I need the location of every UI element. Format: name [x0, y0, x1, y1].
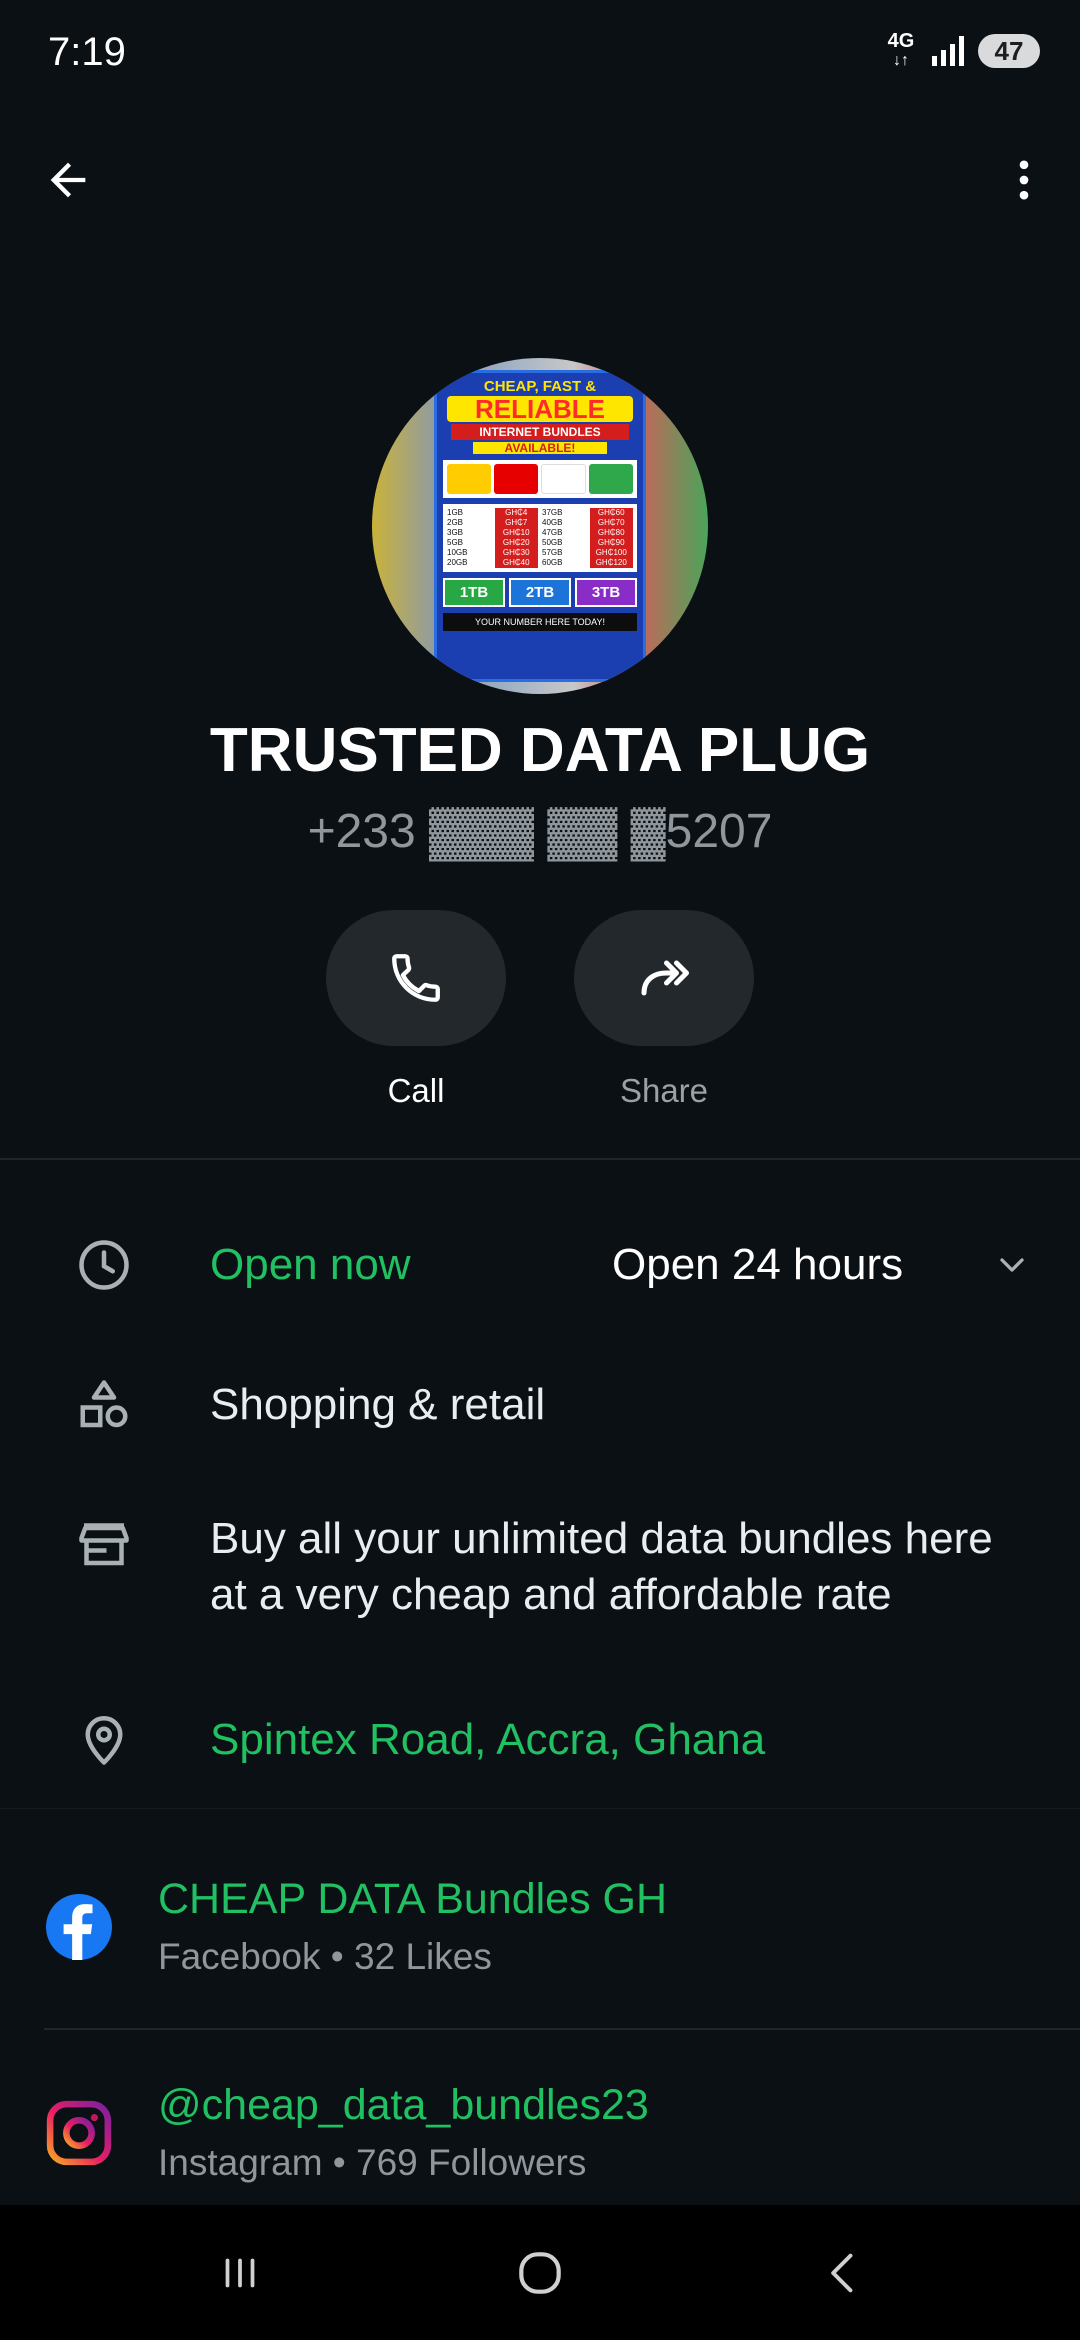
call-button[interactable]: Call	[326, 910, 506, 1110]
bundle-price-cell: 60GB	[542, 558, 563, 567]
section-divider	[0, 1158, 1080, 1160]
bundle-price-cell: 1GB	[447, 508, 464, 517]
facebook-link-row[interactable]: CHEAP DATA Bundles GH Facebook • 32 Like…	[0, 1872, 1080, 2022]
bundle-price-cell: GH₵7	[494, 518, 538, 528]
status-icons: 4G ↓↑ 47	[884, 30, 1040, 70]
bundle-price-cell: GH₵120	[589, 558, 633, 568]
bundle-price-table: 1GB GH₵4 37GB GH₵60 2GB GH₵7 40GB GH₵70 3GB GH₵10…	[443, 504, 637, 572]
back-nav-button[interactable]	[784, 2205, 904, 2340]
bundle-price-cell: 20GB	[447, 558, 468, 567]
category-shapes-icon	[72, 1373, 136, 1437]
bundle-price-cell: GH₵60	[589, 508, 633, 518]
hours-value: Open 24 hours	[612, 1240, 904, 1289]
action-buttons: Call Share	[0, 910, 1080, 1120]
address-row[interactable]: Spintex Road, Accra, Ghana	[0, 1700, 1080, 1780]
bundle-price-cell: GH₵30	[494, 548, 538, 558]
bundle-price-cell: GH₵100	[589, 548, 633, 558]
bundle-price-cell: GH₵20	[494, 538, 538, 548]
bundle-price-cell: 40GB	[542, 518, 563, 527]
category-row: Shopping & retail	[0, 1365, 1080, 1445]
bundle-price-cell: 10GB	[447, 548, 468, 557]
system-navigation-bar	[0, 2205, 1080, 2340]
bundle-price-cell: GH₵10	[494, 528, 538, 538]
business-hours-row[interactable]: Open now Open 24 hours	[0, 1225, 1080, 1305]
facebook-page-name: CHEAP DATA Bundles GH	[158, 1875, 668, 1923]
recents-icon	[225, 2258, 255, 2287]
home-button[interactable]	[480, 2205, 600, 2340]
phone-icon	[392, 954, 440, 1002]
contact-name: TRUSTED DATA PLUG	[209, 716, 871, 785]
bundle-price-cell: 47GB	[542, 528, 563, 537]
top-app-bar	[0, 140, 1080, 220]
network-logos	[443, 460, 637, 498]
more-vert-icon	[1019, 160, 1029, 200]
share-button[interactable]: Share	[574, 910, 754, 1110]
address-link[interactable]: Spintex Road, Accra, Ghana	[210, 1712, 765, 1768]
contact-phone: +233 ▓▓▓ ▓▓ ▓5207	[307, 805, 773, 858]
facebook-likes: Facebook • 32 Likes	[158, 1936, 492, 1977]
instagram-handle: @cheap_data_bundles23	[158, 2081, 649, 2129]
chevron-down-icon[interactable]	[990, 1237, 1034, 1293]
description-row: Buy all your unlimited data bundles here…	[0, 1505, 1080, 1635]
recent-apps-button[interactable]	[180, 2205, 300, 2340]
instagram-icon	[46, 2100, 112, 2166]
avatar[interactable]: CHEAP, FAST & RELIABLE INTERNET BUNDLES …	[372, 358, 708, 694]
bundle-price-cell: GH₵4	[494, 508, 538, 518]
arrow-back-icon	[50, 162, 86, 198]
instagram-followers: Instagram • 769 Followers	[158, 2142, 587, 2183]
status-bar: 7:19 4G ↓↑ 47	[0, 0, 1080, 110]
description-text: Buy all your unlimited data bundles here…	[210, 1514, 993, 1619]
signal-strength-icon	[932, 36, 964, 66]
category-text: Shopping & retail	[210, 1380, 546, 1429]
battery-indicator: 47	[978, 34, 1040, 68]
bundle-price-cell: GH₵90	[589, 538, 633, 548]
clock-icon	[72, 1233, 136, 1297]
avatar-poster-image: CHEAP, FAST & RELIABLE INTERNET BUNDLES …	[434, 370, 646, 682]
network-type-icon: 4G ↓↑	[887, 30, 915, 69]
bundle-price-cell: 2GB	[447, 518, 464, 527]
bundle-price-cell: 5GB	[447, 538, 464, 547]
bulk-offers: 1TB 2TB 3TB	[443, 578, 637, 607]
status-time: 7:19	[48, 30, 126, 74]
bundle-price-cell: 37GB	[542, 508, 563, 517]
storefront-icon	[72, 1511, 136, 1575]
open-status: Open now	[210, 1240, 411, 1289]
back-button[interactable]	[36, 140, 100, 220]
section-divider	[0, 1808, 1080, 1809]
bundle-price-cell: GH₵40	[494, 558, 538, 568]
share-forward-icon	[641, 960, 689, 996]
social-divider	[44, 2028, 1080, 2030]
home-icon	[519, 2251, 561, 2294]
bundle-price-cell: GH₵70	[589, 518, 633, 528]
location-pin-icon	[72, 1708, 136, 1772]
bundle-price-cell: 3GB	[447, 528, 464, 537]
facebook-icon	[46, 1894, 112, 1960]
bundle-price-cell: GH₵80	[589, 528, 633, 538]
bundle-price-cell: 57GB	[542, 548, 563, 557]
more-options-button[interactable]	[992, 140, 1056, 220]
chevron-left-icon	[831, 2253, 853, 2292]
bundle-price-cell: 50GB	[542, 538, 563, 547]
